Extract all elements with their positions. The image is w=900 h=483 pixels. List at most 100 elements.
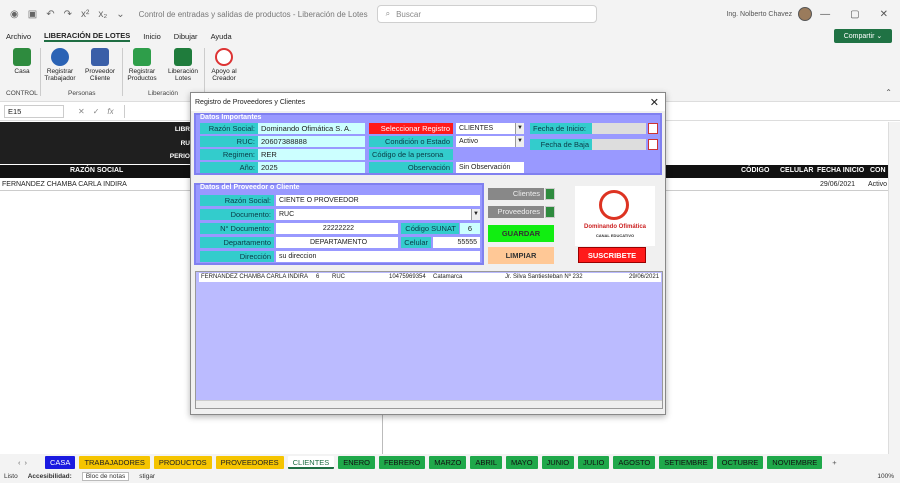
- records-list[interactable]: FERNANDEZ CHAMBA CARLA INDIRA 6 RUC 1047…: [195, 271, 663, 409]
- tab-scroll-left-icon[interactable]: ‹: [18, 458, 21, 467]
- ribbon-button-label: Apoyo al Creador: [211, 68, 237, 82]
- regimen-field[interactable]: RER: [258, 149, 365, 160]
- menu-ayuda[interactable]: Ayuda: [211, 32, 232, 41]
- condicion-select[interactable]: Activo ▼: [456, 136, 524, 147]
- tab-clientes[interactable]: CLIENTES: [287, 455, 335, 469]
- ribbon-registrar-productos-button[interactable]: Registrar Productos: [124, 48, 160, 82]
- sheet-tabs: ‹ › CASA TRABAJADORES PRODUCTOS PROVEEDO…: [0, 454, 900, 470]
- prov-depto-field[interactable]: DEPARTAMENTO: [276, 237, 398, 248]
- superscript-icon[interactable]: x²: [81, 9, 89, 20]
- dialog-close-icon[interactable]: ✕: [650, 96, 659, 109]
- customize-icon[interactable]: ⌄: [116, 9, 124, 20]
- ruc-field[interactable]: 20607388888: [258, 136, 365, 147]
- tab-setiembre[interactable]: SETIEMBRE: [659, 455, 713, 469]
- search-icon: ⌕: [385, 9, 391, 18]
- people-icon: [91, 48, 109, 66]
- menu-archivo[interactable]: Archivo: [6, 32, 31, 41]
- accessibility-status[interactable]: Accesibilidad:: [28, 473, 72, 480]
- prov-ndoc-field[interactable]: 22222222: [276, 223, 398, 234]
- excel-icon[interactable]: [545, 188, 555, 200]
- prov-celular-field[interactable]: 55555: [433, 237, 480, 248]
- name-box[interactable]: E15: [4, 105, 64, 118]
- prov-direccion-field[interactable]: su direccion: [276, 251, 480, 262]
- search-box[interactable]: ⌕ Buscar: [376, 5, 597, 23]
- group-divider: [204, 48, 205, 96]
- minimize-icon[interactable]: —: [820, 9, 830, 20]
- ribbon-apoyo-creador-button[interactable]: Apoyo al Creador: [206, 48, 242, 82]
- close-icon[interactable]: ✕: [880, 9, 888, 20]
- undo-icon[interactable]: ↶: [46, 9, 54, 20]
- tab-trabajadores[interactable]: TRABAJADORES: [79, 455, 150, 469]
- function-icon[interactable]: fx: [107, 107, 113, 116]
- tab-abril[interactable]: ABRIL: [470, 455, 503, 469]
- menu-inicio[interactable]: Inicio: [143, 32, 161, 41]
- tab-julio[interactable]: JULIO: [578, 455, 610, 469]
- ribbon-button-label: Registrar Productos: [127, 68, 157, 82]
- tab-proveedores[interactable]: PROVEEDORES: [215, 455, 284, 469]
- proveedores-button[interactable]: Proveedores: [488, 206, 544, 218]
- guardar-button[interactable]: GUARDAR: [488, 225, 554, 242]
- chevron-down-icon[interactable]: ▼: [471, 209, 480, 220]
- tab-casa[interactable]: CASA: [45, 455, 76, 469]
- regimen-label: Regimen:: [200, 149, 258, 160]
- seleccionar-registro-select[interactable]: CLIENTES ▼: [456, 123, 524, 134]
- fecha-inicio-field[interactable]: [592, 123, 646, 134]
- autosave-toggle-icon[interactable]: ◉: [10, 9, 19, 20]
- menu-bar: Archivo LIBERACIÓN DE LOTES Inicio Dibuj…: [0, 28, 900, 44]
- calendar-icon[interactable]: [648, 139, 658, 150]
- prov-documento-label: Documento:: [200, 209, 274, 220]
- avatar[interactable]: [798, 7, 813, 21]
- tab-productos[interactable]: PRODUCTOS: [153, 455, 212, 469]
- document-title: Control de entradas y salidas de product…: [138, 9, 369, 19]
- ribbon-liberacion-lotes-button[interactable]: Liberación Lotes: [165, 48, 201, 82]
- ribbon-proveedor-cliente-button[interactable]: Proveedor Cliente: [82, 48, 118, 82]
- tab-scroll-right-icon[interactable]: ›: [25, 458, 28, 467]
- observacion-field[interactable]: Sin Observación: [456, 162, 524, 173]
- excel-icon[interactable]: [545, 206, 555, 218]
- chevron-down-icon[interactable]: ▼: [515, 136, 524, 147]
- list-item[interactable]: FERNANDEZ CHAMBA CARLA INDIRA 6 RUC 1047…: [199, 273, 661, 282]
- group-divider: [40, 48, 41, 96]
- prov-sunat-field[interactable]: 6: [460, 223, 480, 234]
- menu-dibujar[interactable]: Dibujar: [174, 32, 198, 41]
- suscribete-button[interactable]: SUSCRIBETE: [578, 247, 646, 263]
- menu-liberacion-lotes[interactable]: LIBERACIÓN DE LOTES: [44, 31, 131, 42]
- horizontal-scrollbar[interactable]: [196, 400, 662, 408]
- calendar-icon[interactable]: [648, 123, 658, 134]
- tab-febrero[interactable]: FEBRERO: [378, 455, 426, 469]
- logo-title: Dominando Ofimática: [583, 224, 646, 230]
- zoom-level[interactable]: 100%: [877, 473, 894, 480]
- vertical-scrollbar[interactable]: [888, 122, 900, 454]
- ribbon-registrar-trabajador-button[interactable]: Registrar Trabajador: [42, 48, 78, 82]
- tab-marzo[interactable]: MARZO: [429, 455, 467, 469]
- collapse-ribbon-icon[interactable]: ⌃: [885, 88, 892, 97]
- share-button[interactable]: Compartir ⌄: [834, 29, 892, 43]
- confirm-icon[interactable]: ✓: [93, 107, 100, 116]
- user-account[interactable]: Ing. Nolberto Chavez: [726, 7, 813, 21]
- tab-junio[interactable]: JUNIO: [541, 455, 575, 469]
- chevron-down-icon[interactable]: ▼: [515, 123, 524, 134]
- tab-mayo[interactable]: MAYO: [506, 455, 538, 469]
- cancel-icon[interactable]: ✕: [78, 107, 85, 116]
- status-text: stigar: [139, 473, 156, 480]
- maximize-icon[interactable]: ▢: [850, 9, 859, 20]
- fecha-baja-field[interactable]: [592, 139, 646, 150]
- redo-icon[interactable]: ↷: [64, 9, 72, 20]
- prov-direccion-label: Dirección: [200, 251, 274, 262]
- tab-noviembre[interactable]: NOVIEMBRE: [767, 455, 823, 469]
- add-sheet-icon[interactable]: +: [832, 458, 836, 467]
- ribbon-casa-button[interactable]: Casa: [4, 48, 40, 75]
- prov-razon-field[interactable]: CIENTE O PROVEEDOR: [276, 195, 480, 206]
- tab-octubre[interactable]: OCTUBRE: [716, 455, 764, 469]
- prov-documento-select[interactable]: RUC ▼: [276, 209, 480, 220]
- anio-field[interactable]: 2025: [258, 162, 365, 173]
- limpiar-button[interactable]: LIMPIAR: [488, 247, 554, 264]
- subscript-icon[interactable]: x₂: [98, 9, 107, 20]
- tab-enero[interactable]: ENERO: [338, 455, 375, 469]
- razon-social-field[interactable]: Dominando Ofimática S. A.: [258, 123, 365, 134]
- tab-agosto[interactable]: AGOSTO: [613, 455, 656, 469]
- codigo-persona-label: Código de la persona: [369, 149, 453, 160]
- save-icon[interactable]: ▣: [28, 9, 37, 20]
- window-controls: — ▢ ✕: [820, 9, 900, 20]
- clientes-button[interactable]: Clientes: [488, 188, 544, 200]
